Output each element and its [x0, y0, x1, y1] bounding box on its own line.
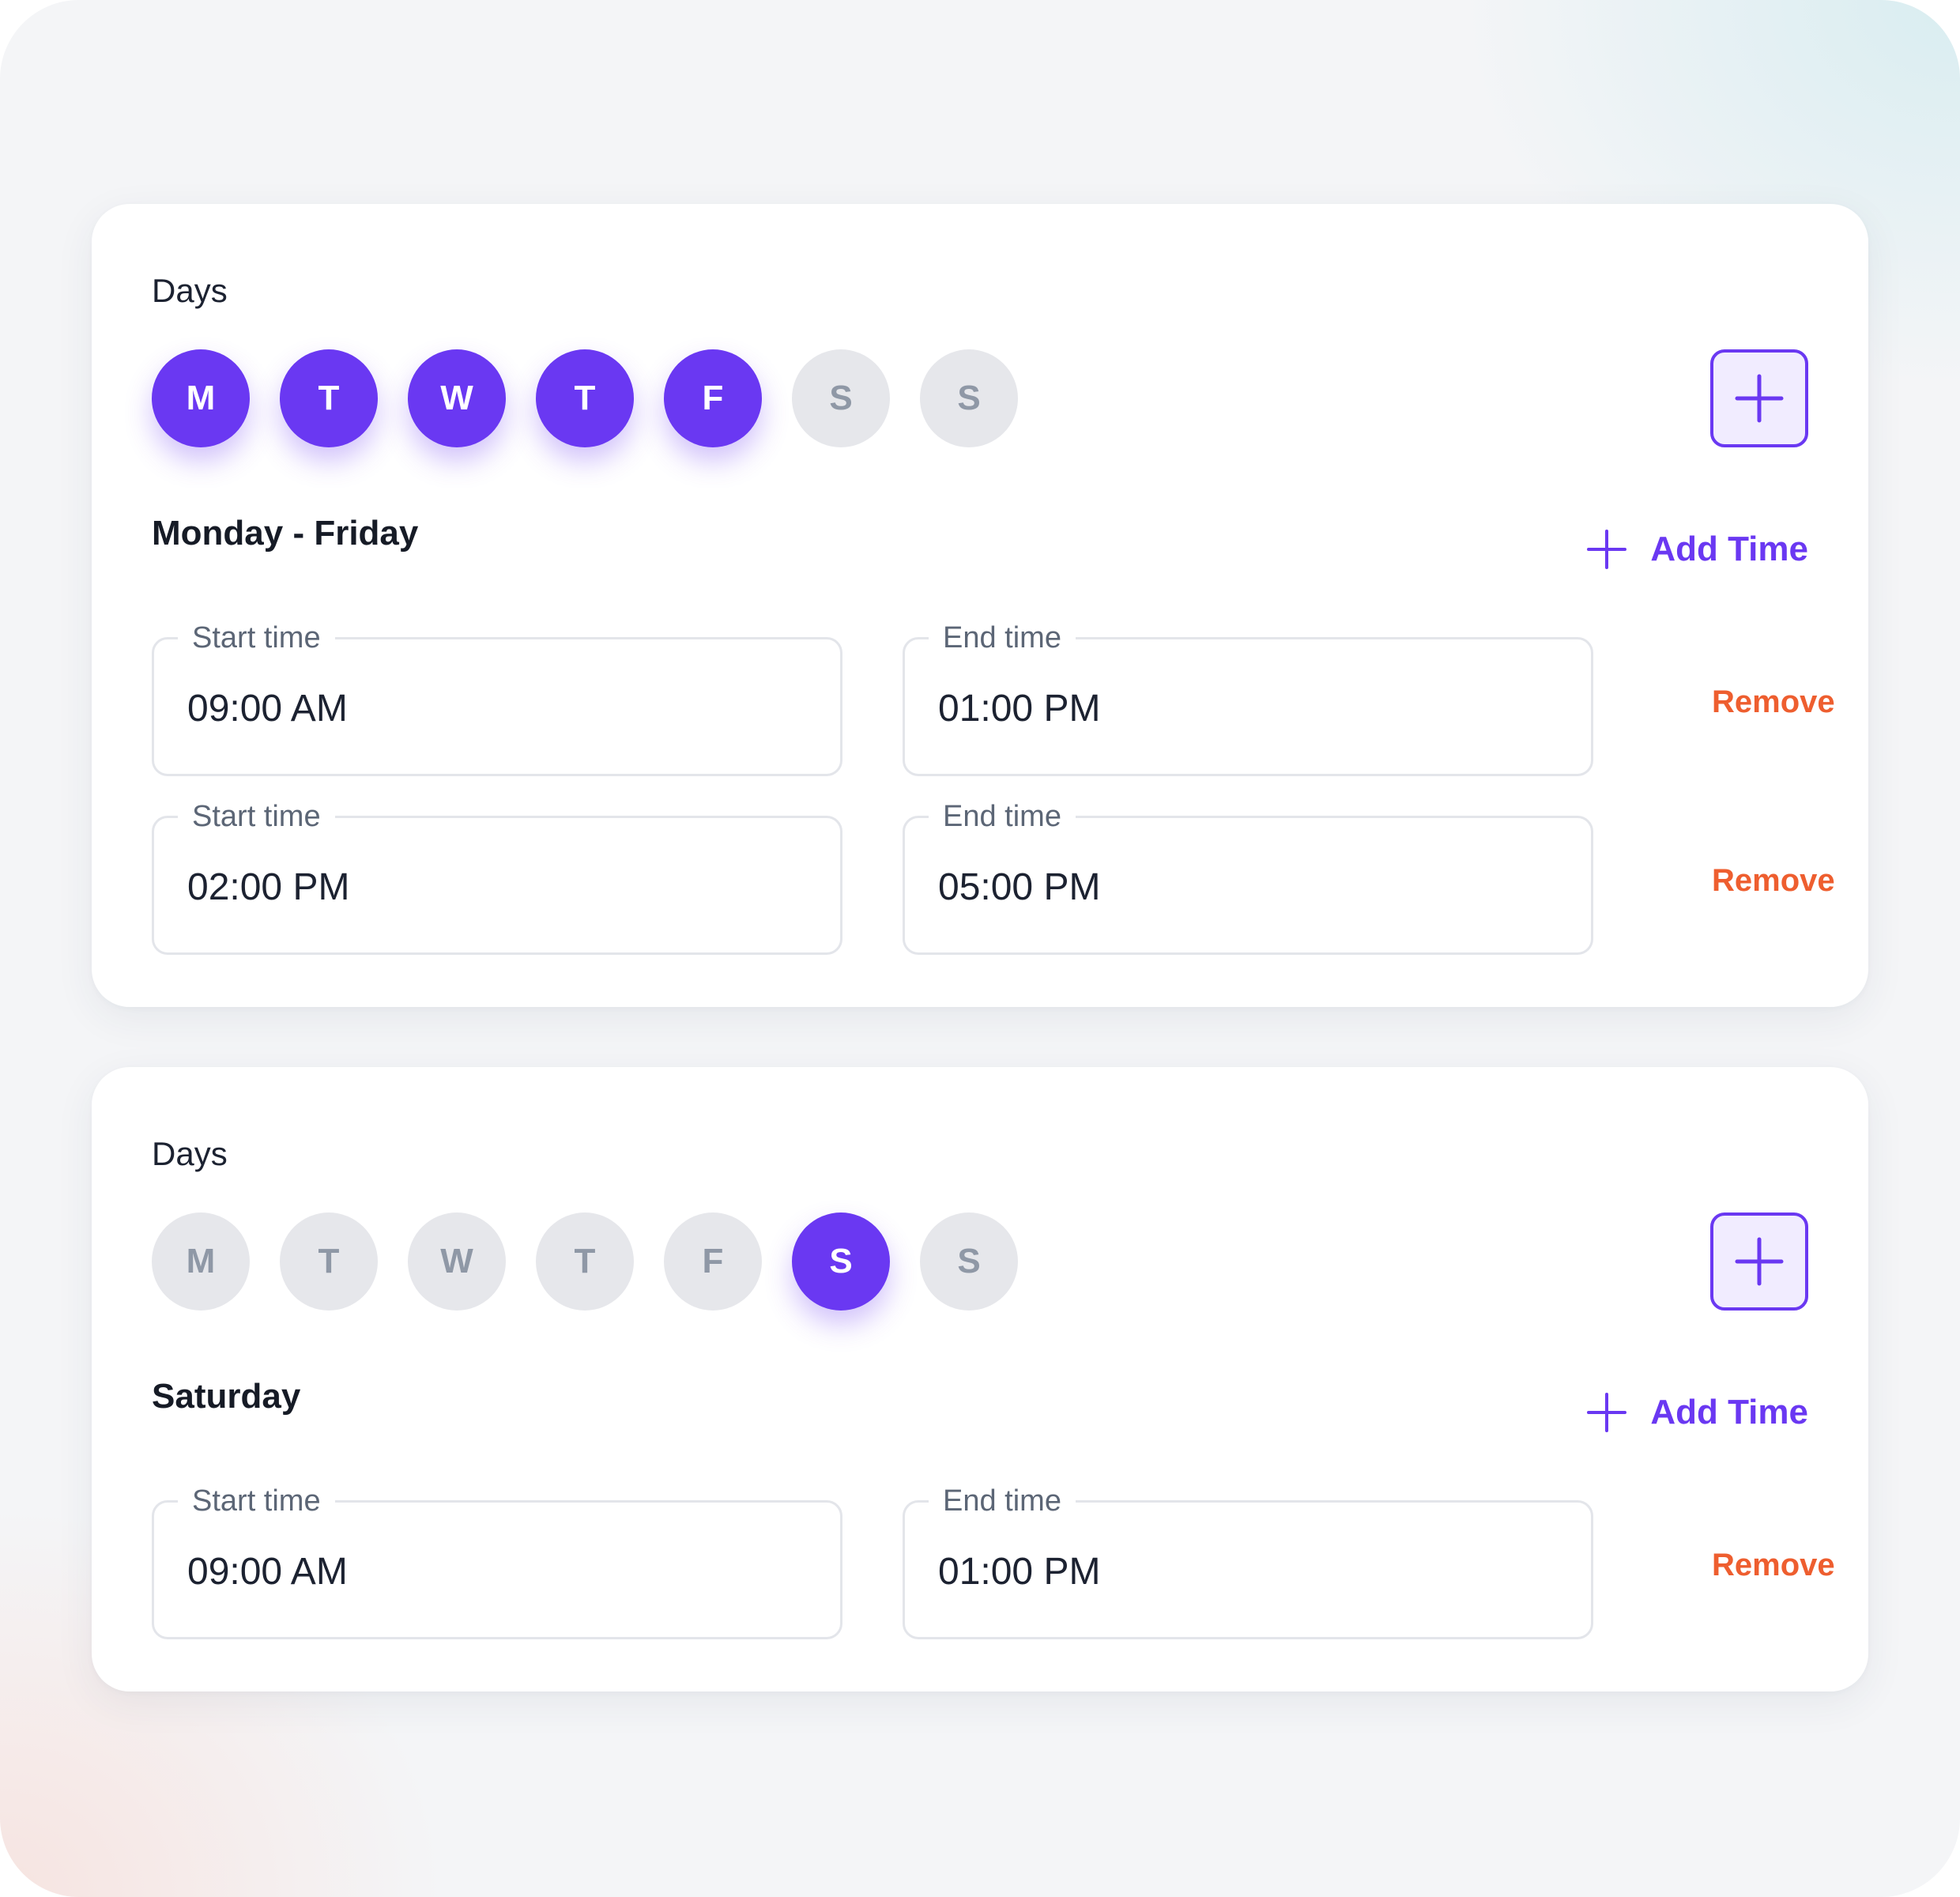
start-time-label: Start time: [178, 1484, 335, 1518]
start-time-value: 09:00 AM: [187, 1551, 348, 1593]
day-toggle-thursday[interactable]: T: [536, 349, 634, 447]
day-toggle-monday[interactable]: M: [152, 1212, 250, 1311]
add-time-label: Add Time: [1650, 530, 1808, 568]
day-toggle-saturday[interactable]: S: [792, 1212, 890, 1311]
end-time-field[interactable]: End time 05:00 PM: [903, 799, 1593, 955]
plus-icon: [1587, 1393, 1627, 1432]
start-time-label: Start time: [178, 620, 335, 655]
days-label: Days: [152, 1135, 228, 1172]
day-toggle-tuesday[interactable]: T: [280, 1212, 378, 1311]
days-label: Days: [152, 272, 228, 309]
end-time-value: 01:00 PM: [938, 1551, 1101, 1593]
day-toggle-friday[interactable]: F: [664, 349, 762, 447]
day-toggle-wednesday[interactable]: W: [408, 349, 506, 447]
end-time-label: End time: [929, 799, 1076, 834]
day-selector: M T W T F S S: [152, 349, 1018, 447]
add-schedule-button[interactable]: [1710, 349, 1808, 447]
start-time-value: 09:00 AM: [187, 688, 348, 730]
add-schedule-button[interactable]: [1710, 1212, 1808, 1311]
end-time-value: 05:00 PM: [938, 866, 1101, 908]
schedule-card-weekdays: Days M T W T F S S Monday - Friday Add T…: [92, 204, 1868, 1007]
start-time-value: 02:00 PM: [187, 866, 350, 908]
day-toggle-tuesday[interactable]: T: [280, 349, 378, 447]
start-time-field[interactable]: Start time 02:00 PM: [152, 799, 842, 955]
remove-button[interactable]: Remove: [1712, 863, 1835, 899]
start-time-label: Start time: [178, 799, 335, 834]
day-toggle-monday[interactable]: M: [152, 349, 250, 447]
day-toggle-thursday[interactable]: T: [536, 1212, 634, 1311]
day-toggle-saturday[interactable]: S: [792, 349, 890, 447]
add-time-button[interactable]: Add Time: [1587, 1393, 1808, 1432]
end-time-field[interactable]: End time 01:00 PM: [903, 1484, 1593, 1639]
group-title: Saturday: [152, 1377, 301, 1416]
day-selector: M T W T F S S: [152, 1212, 1018, 1311]
plus-icon: [1587, 530, 1627, 569]
day-toggle-sunday[interactable]: S: [920, 349, 1018, 447]
remove-button[interactable]: Remove: [1712, 685, 1835, 720]
end-time-value: 01:00 PM: [938, 688, 1101, 730]
add-time-button[interactable]: Add Time: [1587, 530, 1808, 569]
remove-button[interactable]: Remove: [1712, 1548, 1835, 1583]
schedule-card-saturday: Days M T W T F S S Saturday Add Time Sta…: [92, 1067, 1868, 1691]
end-time-label: End time: [929, 620, 1076, 655]
group-title: Monday - Friday: [152, 514, 419, 553]
day-toggle-wednesday[interactable]: W: [408, 1212, 506, 1311]
start-time-field[interactable]: Start time 09:00 AM: [152, 620, 842, 776]
day-toggle-sunday[interactable]: S: [920, 1212, 1018, 1311]
start-time-field[interactable]: Start time 09:00 AM: [152, 1484, 842, 1639]
day-toggle-friday[interactable]: F: [664, 1212, 762, 1311]
end-time-field[interactable]: End time 01:00 PM: [903, 620, 1593, 776]
add-time-label: Add Time: [1650, 1393, 1808, 1431]
plus-icon: [1735, 374, 1784, 423]
end-time-label: End time: [929, 1484, 1076, 1518]
plus-icon: [1735, 1237, 1784, 1286]
app-background: Days M T W T F S S Monday - Friday Add T…: [0, 0, 1960, 1897]
